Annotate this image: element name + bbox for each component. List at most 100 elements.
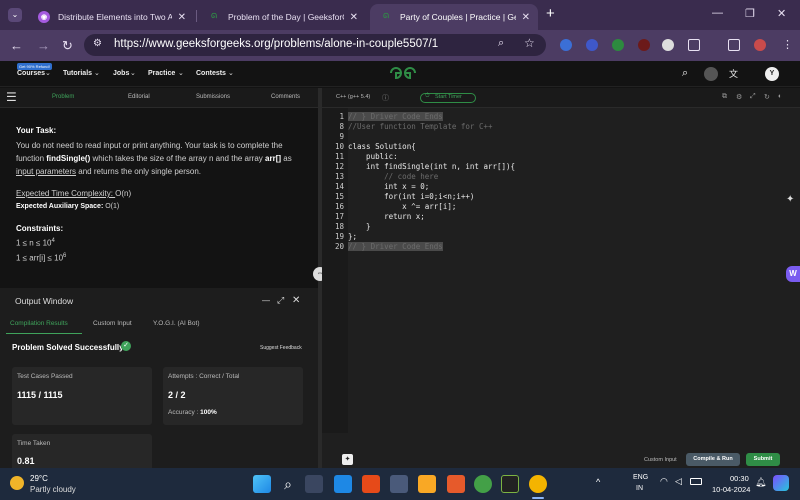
- tab-custom-input[interactable]: Custom Input: [93, 320, 132, 327]
- browser-tab-party-of-couples[interactable]: ᘏ Party of Couples | Practice | Geeksf ✕: [370, 4, 538, 30]
- task-link-input-parameters[interactable]: input parameters: [16, 167, 76, 176]
- extension-icon[interactable]: [662, 39, 674, 51]
- search-icon[interactable]: ⌕: [682, 67, 688, 80]
- vscode-icon[interactable]: [334, 475, 352, 493]
- forward-icon[interactable]: →: [37, 38, 50, 53]
- custom-input-toggle[interactable]: Custom Input: [644, 457, 677, 463]
- close-window-icon[interactable]: ✕: [777, 7, 786, 20]
- notification-bell-icon[interactable]: 🔔︎: [755, 477, 766, 488]
- time-complexity-label[interactable]: Expected Time Complexity:: [16, 189, 115, 198]
- browser-tab-potd[interactable]: ᘏ Problem of the Day | GeeksforGee ✕: [198, 4, 366, 30]
- suggest-feedback-link[interactable]: Suggest Feedback: [260, 345, 302, 351]
- floating-spark-icon[interactable]: ✦: [786, 194, 794, 205]
- tab-compilation-results[interactable]: Compilation Results: [10, 320, 68, 327]
- close-tab-icon[interactable]: ✕: [178, 12, 186, 23]
- extension-icon[interactable]: [586, 39, 598, 51]
- taskbar-search-icon[interactable]: ⌕: [279, 475, 297, 493]
- tab-yogi-ai-bot[interactable]: Y.O.G.I. (AI Bot): [153, 320, 199, 327]
- submit-button[interactable]: Submit: [746, 453, 780, 466]
- weather-temp[interactable]: 29°C: [30, 474, 48, 483]
- close-tab-icon[interactable]: ✕: [350, 12, 358, 23]
- puzzle-extensions-icon[interactable]: [688, 39, 700, 51]
- tab-submissions[interactable]: Submissions: [196, 94, 230, 100]
- gfg-logo[interactable]: [389, 66, 416, 81]
- store-icon[interactable]: [390, 475, 408, 493]
- restore-icon[interactable]: ❐: [745, 7, 755, 20]
- minimize-icon[interactable]: —: [712, 7, 723, 19]
- hamburger-menu-icon[interactable]: ☰: [6, 90, 17, 104]
- clock-time[interactable]: 00:30: [730, 474, 749, 483]
- chrome-canary-icon[interactable]: [529, 475, 547, 493]
- extension-icon[interactable]: [560, 39, 572, 51]
- zoom-icon[interactable]: ⌕: [498, 37, 504, 50]
- menu-practice[interactable]: Practice: [148, 70, 175, 77]
- code-line[interactable]: int findSingle(int n, int arr[]){: [348, 162, 515, 171]
- ai-assist-icon[interactable]: ✦: [342, 454, 353, 465]
- pycharm-icon[interactable]: [501, 475, 519, 493]
- tab-editorial[interactable]: Editorial: [128, 94, 150, 100]
- code-line[interactable]: class Solution{: [348, 142, 416, 151]
- floating-w-widget[interactable]: W: [786, 266, 800, 282]
- minimize-output-icon[interactable]: —: [262, 296, 270, 305]
- code-line[interactable]: // code here: [348, 172, 438, 181]
- battery-icon[interactable]: [690, 478, 702, 485]
- code-line[interactable]: int x = 0;: [348, 182, 429, 191]
- code-line[interactable]: x ^= arr[i];: [348, 202, 456, 211]
- tab-search-icon[interactable]: ⌄: [8, 8, 22, 22]
- tab-comments[interactable]: Comments: [271, 94, 300, 100]
- wifi-icon[interactable]: ◠: [660, 476, 668, 487]
- tab-problem[interactable]: Problem: [52, 94, 74, 100]
- weather-icon[interactable]: [10, 476, 24, 490]
- close-tab-icon[interactable]: ✕: [522, 12, 530, 23]
- weather-desc[interactable]: Partly cloudy: [30, 485, 76, 494]
- volume-icon[interactable]: ◁: [675, 476, 682, 487]
- url-text[interactable]: https://www.geeksforgeeks.org/problems/a…: [114, 38, 438, 50]
- expand-output-icon[interactable]: ⤢: [277, 295, 284, 306]
- lang-eng[interactable]: ENG: [633, 474, 648, 481]
- reset-icon[interactable]: ↻: [764, 93, 770, 101]
- new-tab-button[interactable]: +: [546, 5, 555, 22]
- browser-tab-distribute[interactable]: ◉ Distribute Elements into Two Array ✕: [28, 4, 194, 30]
- start-windows-icon[interactable]: [253, 475, 271, 493]
- fullscreen-icon[interactable]: ⤢: [750, 93, 756, 101]
- code-line[interactable]: //User function Template for C++: [348, 122, 493, 131]
- info-icon[interactable]: ⓘ: [382, 93, 389, 103]
- site-info-icon[interactable]: ⚙: [93, 38, 102, 49]
- settings-icon[interactable]: ⚙: [736, 93, 742, 101]
- code-line[interactable]: // } Driver Code Ends: [348, 112, 443, 121]
- code-line[interactable]: public:: [348, 152, 398, 161]
- menu-courses[interactable]: Courses: [17, 70, 45, 77]
- back-icon[interactable]: ←: [10, 38, 23, 53]
- compile-run-button[interactable]: Compile & Run: [686, 453, 740, 466]
- office-icon[interactable]: [362, 475, 380, 493]
- close-output-icon[interactable]: ✕: [292, 295, 300, 306]
- brave-icon[interactable]: [447, 475, 465, 493]
- copy-icon[interactable]: ⧉: [722, 93, 727, 101]
- browser-menu-icon[interactable]: ⋮: [782, 38, 793, 51]
- lang-in[interactable]: IN: [636, 485, 643, 492]
- profile-avatar-icon[interactable]: [754, 39, 766, 51]
- code-line[interactable]: // } Driver Code Ends: [348, 242, 443, 251]
- copilot-icon[interactable]: [773, 475, 789, 491]
- theme-icon[interactable]: ◐: [778, 93, 782, 100]
- reload-icon[interactable]: ↻: [62, 38, 73, 54]
- language-select[interactable]: C++ (g++ 5.4): [336, 94, 370, 100]
- clock-date[interactable]: 10-04-2024: [712, 485, 750, 494]
- code-line[interactable]: };: [348, 232, 357, 241]
- chrome-icon[interactable]: [474, 475, 492, 493]
- menu-tutorials[interactable]: Tutorials: [63, 70, 92, 77]
- bookmark-star-icon[interactable]: ☆: [524, 36, 535, 50]
- user-avatar[interactable]: Y: [765, 67, 779, 81]
- code-line[interactable]: return x;: [348, 212, 425, 221]
- extension-icon[interactable]: [612, 39, 624, 51]
- side-panel-icon[interactable]: [728, 39, 740, 51]
- translate-icon[interactable]: 文: [729, 67, 738, 80]
- file-explorer-icon[interactable]: [418, 475, 436, 493]
- menu-contests[interactable]: Contests: [196, 70, 226, 77]
- task-view-icon[interactable]: [305, 475, 323, 493]
- theme-toggle-icon[interactable]: [704, 67, 718, 81]
- menu-jobs[interactable]: Jobs: [113, 70, 129, 77]
- code-line[interactable]: for(int i=0;i<n;i++): [348, 192, 474, 201]
- show-hidden-icons[interactable]: ^: [596, 477, 600, 487]
- address-bar[interactable]: ⚙ https://www.geeksforgeeks.org/problems…: [84, 34, 546, 56]
